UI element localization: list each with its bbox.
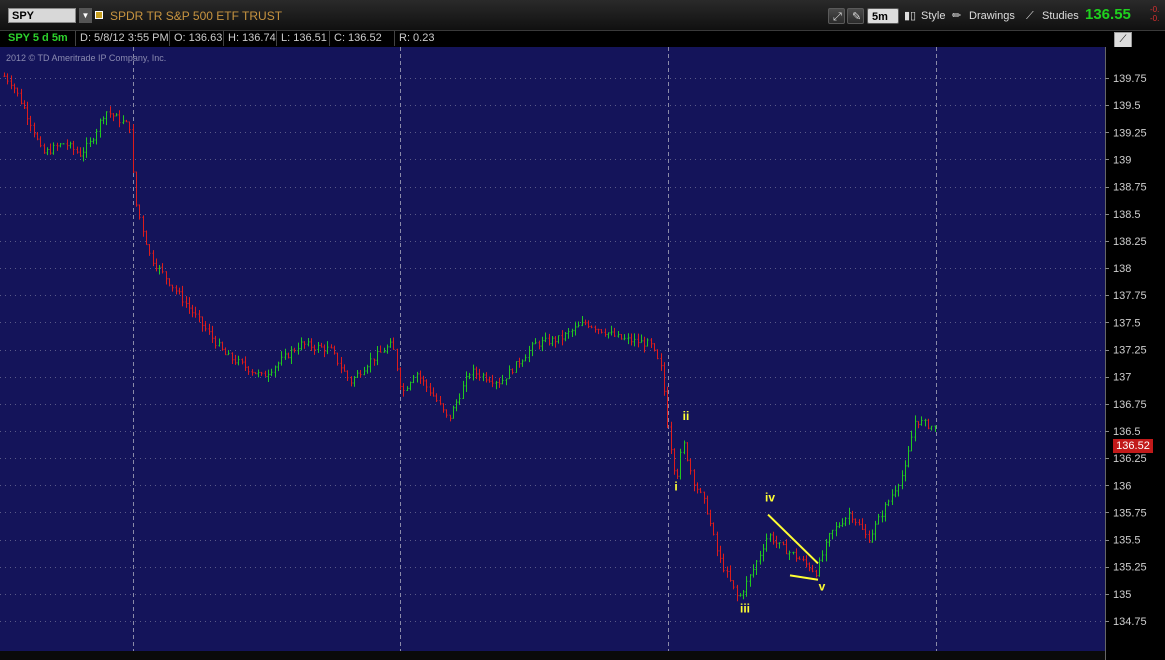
y-tick-label: 136.75 (1113, 399, 1147, 411)
y-tick-label: 136 (1113, 480, 1131, 492)
bar-open: O: 136.63 (169, 31, 222, 46)
chart-label[interactable]: SPY 5 d 5m (3, 31, 68, 46)
wave-label: v (819, 580, 826, 594)
copyright-notice: 2012 © TD Ameritrade IP Company, Inc. (6, 53, 167, 63)
y-tick-label: 138 (1113, 263, 1131, 275)
y-tick-label: 139.75 (1113, 73, 1147, 85)
last-price-tag: 136.52 (1113, 439, 1153, 453)
y-tick-label: 138.25 (1113, 236, 1147, 248)
wave-label: iii (740, 601, 750, 615)
drawings-icon[interactable]: ✏ (952, 8, 961, 24)
wave-label: i (674, 480, 677, 494)
wave-label: iv (765, 491, 775, 505)
net-change: -0. (1150, 5, 1160, 14)
bar-date: D: 5/8/12 3:55 PM (75, 31, 169, 46)
y-tick-label: 135.25 (1113, 562, 1147, 574)
price-chart[interactable]: 139.75 139.5 139.25 139 138.75 138.5 138.25 138… (0, 47, 1165, 660)
fullscreen-icon[interactable]: ⤢ (828, 8, 845, 24)
y-tick-label: 135.5 (1113, 535, 1141, 547)
symbol-input[interactable]: SPY (8, 8, 76, 23)
symbol-dropdown-icon[interactable]: ▼ (79, 8, 92, 23)
drawings-button[interactable]: Drawings (969, 8, 1015, 24)
bar-close: C: 136.52 (329, 31, 382, 46)
instrument-name: SPDR TR S&P 500 ETF TRUST (110, 9, 283, 23)
y-tick-label: 136.25 (1113, 453, 1147, 465)
y-tick-label: 136.5 (1113, 426, 1141, 438)
y-tick-label: 135 (1113, 589, 1131, 601)
y-tick-label: 139.25 (1113, 127, 1147, 139)
y-tick-label: 137 (1113, 372, 1131, 384)
y-tick-label: 135.75 (1113, 507, 1147, 519)
y-tick-label: 139.5 (1113, 100, 1141, 112)
info-bar: SPY 5 d 5m D: 5/8/12 3:55 PM O: 136.63 H… (3, 31, 1105, 46)
percent-change: -0. (1150, 14, 1160, 23)
style-button[interactable]: Style (921, 8, 945, 24)
wave-label: ii (683, 409, 690, 423)
y-tick-label: 138.75 (1113, 182, 1147, 194)
instrument-flag-icon (95, 11, 103, 19)
studies-button[interactable]: Studies (1042, 8, 1079, 24)
chart-settings-icon[interactable]: ⟋ (1114, 32, 1132, 48)
plot-area (0, 47, 1105, 651)
y-tick-label: 134.75 (1113, 616, 1147, 628)
y-tick-label: 137.75 (1113, 290, 1147, 302)
bar-high: H: 136.74 (223, 31, 276, 46)
interval-button[interactable]: 5m (867, 8, 899, 24)
y-tick-label: 137.5 (1113, 317, 1141, 329)
y-tick-label: 138.5 (1113, 209, 1141, 221)
y-tick-label: 137.25 (1113, 345, 1147, 357)
last-price: 136.55 (1085, 6, 1131, 23)
y-tick-label: 139 (1113, 154, 1131, 166)
wrench-icon[interactable]: ✎ (847, 8, 864, 24)
studies-icon[interactable]: ⟋ (1026, 8, 1034, 24)
bar-low: L: 136.51 (276, 31, 327, 46)
style-icon[interactable]: ▮▯ (904, 8, 916, 24)
bar-range: R: 0.23 (394, 31, 434, 46)
toolbar: SPY ▼ SPDR TR S&P 500 ETF TRUST ⤢ ✎ 5m ▮… (0, 0, 1165, 31)
time-axis-area (0, 651, 1105, 660)
